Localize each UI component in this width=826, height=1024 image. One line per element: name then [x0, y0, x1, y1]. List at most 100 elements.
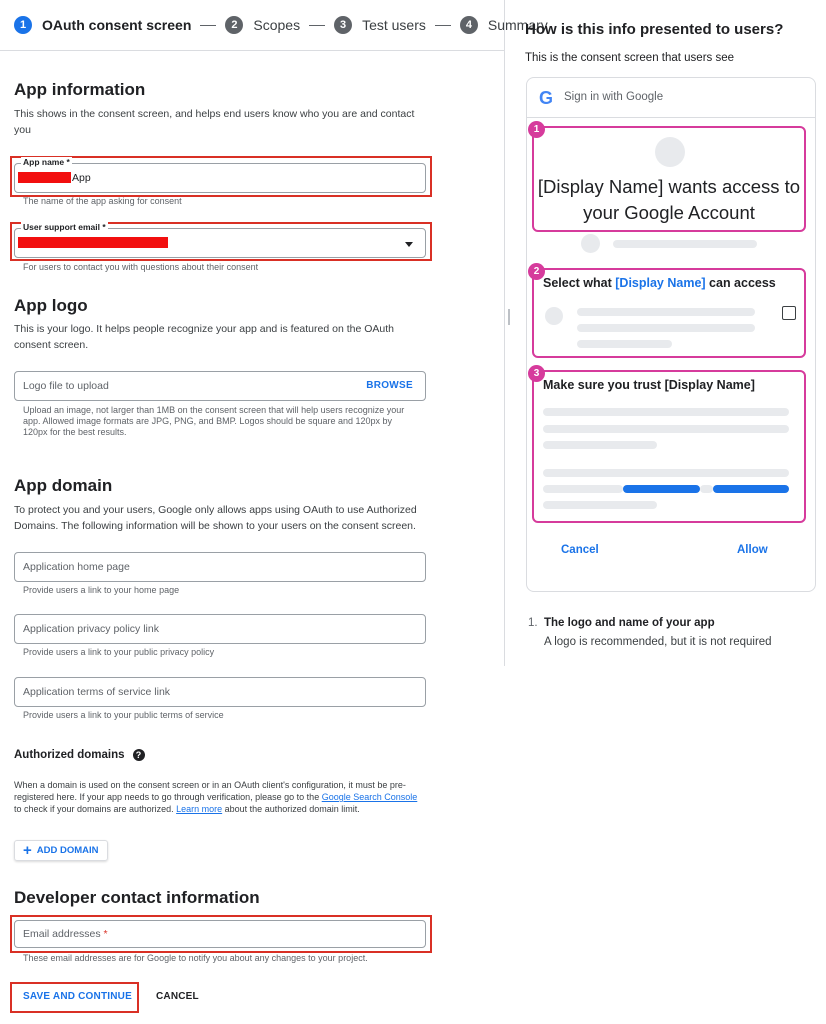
redacted-email — [18, 237, 168, 248]
list-number: 1. — [528, 617, 538, 629]
authorized-domains-text: to check if your domains are authorized. — [14, 804, 174, 814]
trust-line-placeholder — [543, 441, 657, 449]
app-domain-heading: App domain — [14, 476, 113, 495]
list-item-description: A logo is recommended, but it is not req… — [544, 636, 772, 648]
support-email-select[interactable]: User support email * — [14, 222, 426, 258]
consent-screen-preview: G Sign in with Google [Display Name] wan… — [526, 77, 816, 592]
preview-section-app-name: [Display Name] wants access to your Goog… — [532, 126, 806, 232]
trust-title: Make sure you trust [Display Name] — [543, 378, 755, 392]
support-email-hint: For users to contact you with questions … — [23, 262, 259, 272]
step-number: 4 — [459, 16, 478, 34]
dropdown-caret-icon[interactable] — [405, 242, 413, 247]
google-logo-icon: G — [539, 88, 554, 108]
step-divider — [200, 24, 217, 26]
trust-line-placeholder — [543, 425, 789, 433]
preview-subtitle: This is the consent screen that users se… — [525, 52, 735, 64]
save-and-continue-button[interactable]: SAVE AND CONTINUE — [23, 991, 132, 1002]
preview-header: G Sign in with Google — [527, 78, 815, 118]
logo-upload-placeholder: Logo file to upload — [23, 380, 109, 392]
scope-icon-placeholder — [545, 307, 563, 325]
trust-line-placeholder — [543, 485, 623, 493]
preview-allow-button: Allow — [737, 544, 768, 556]
trust-line-placeholder — [700, 485, 713, 493]
app-name-label: App name * — [21, 157, 72, 167]
app-information-description: This shows in the consent screen, and he… — [14, 108, 415, 136]
panel-resize-handle[interactable] — [508, 309, 510, 325]
home-page-field[interactable]: Application home page — [14, 552, 426, 582]
learn-more-link[interactable]: Learn more — [176, 804, 222, 814]
terms-of-service-placeholder: Application terms of service link — [23, 686, 171, 698]
terms-of-service-hint: Provide users a link to your public term… — [23, 710, 224, 720]
browse-button[interactable]: BROWSE — [366, 380, 413, 391]
redacted-app-name — [18, 172, 71, 183]
stepper: 1 OAuth consent screen 2 Scopes 3 Test u… — [14, 14, 548, 36]
scope-checkbox — [782, 306, 796, 320]
scope-line-placeholder — [577, 340, 672, 348]
account-avatar-placeholder — [581, 234, 600, 253]
support-email-label: User support email * — [21, 222, 108, 232]
step-number: 3 — [334, 16, 353, 34]
preview-marker-3: 3 — [528, 365, 545, 382]
step-divider — [309, 24, 326, 26]
developer-email-field[interactable]: Email addresses * — [14, 920, 426, 948]
panel-divider — [504, 0, 505, 666]
cancel-button[interactable]: CANCEL — [156, 991, 199, 1002]
app-information-heading: App information — [14, 80, 146, 99]
account-email-placeholder — [613, 240, 757, 248]
terms-of-service-field[interactable]: Application terms of service link — [14, 677, 426, 707]
trust-line-placeholder — [543, 408, 789, 416]
developer-email-placeholder: Email addresses * — [23, 928, 108, 940]
privacy-policy-hint: Provide users a link to your public priv… — [23, 647, 215, 657]
authorized-domains-title: Authorized domains — [14, 749, 125, 762]
step-scopes[interactable]: 2 Scopes — [225, 16, 300, 34]
scope-line-placeholder — [577, 308, 755, 316]
list-item-title: The logo and name of your app — [544, 617, 715, 629]
app-logo-description: This is your logo. It helps people recog… — [14, 323, 394, 351]
preview-section-trust: Make sure you trust [Display Name] — [532, 370, 806, 523]
add-domain-button[interactable]: + ADD DOMAIN — [14, 840, 108, 861]
select-access-title: Select what [Display Name] can access — [543, 276, 776, 290]
trust-link-placeholder — [713, 485, 789, 493]
app-name-suffix: App — [72, 172, 91, 184]
wants-access-text: [Display Name] wants access to your Goog… — [537, 176, 801, 223]
preview-section-scopes: Select what [Display Name] can access — [532, 268, 806, 358]
step-oauth-consent[interactable]: 1 OAuth consent screen — [14, 16, 191, 34]
developer-contact-heading: Developer contact information — [14, 888, 260, 907]
scope-line-placeholder — [577, 324, 755, 332]
step-label: Scopes — [253, 17, 301, 33]
authorized-domains-heading: Authorized domains? — [14, 749, 145, 761]
step-number: 1 — [14, 16, 32, 34]
plus-icon: + — [23, 842, 32, 859]
search-console-link[interactable]: Google Search Console — [322, 792, 418, 802]
privacy-policy-field[interactable]: Application privacy policy link — [14, 614, 426, 644]
step-label: Test users — [362, 17, 426, 33]
app-logo-heading: App logo — [14, 296, 88, 315]
add-domain-label: ADD DOMAIN — [36, 845, 99, 856]
logo-upload-hint: Upload an image, not larger than 1MB on … — [23, 405, 405, 437]
help-icon[interactable]: ? — [132, 749, 145, 761]
app-name-field[interactable]: App name * App — [14, 157, 426, 193]
app-logo-placeholder — [655, 137, 685, 167]
step-number: 2 — [225, 16, 244, 34]
app-domain-description: To protect you and your users, Google on… — [14, 504, 417, 532]
preview-marker-2: 2 — [528, 263, 545, 280]
trust-line-placeholder — [543, 501, 657, 509]
trust-link-placeholder — [623, 485, 700, 493]
preview-title: How is this info presented to users? — [525, 21, 784, 38]
step-divider — [434, 24, 451, 26]
privacy-policy-placeholder: Application privacy policy link — [23, 623, 159, 635]
sign-in-label: Sign in with Google — [564, 91, 664, 103]
header-divider — [0, 50, 504, 51]
authorized-domains-text: about the authorized domain limit. — [224, 804, 360, 814]
preview-cancel-button: Cancel — [561, 544, 599, 556]
step-test-users[interactable]: 3 Test users — [334, 16, 426, 34]
preview-marker-1: 1 — [528, 121, 545, 138]
app-name-hint: The name of the app asking for consent — [23, 196, 182, 206]
logo-upload-field[interactable]: Logo file to upload BROWSE — [14, 371, 426, 401]
trust-line-placeholder — [543, 469, 789, 477]
home-page-placeholder: Application home page — [23, 561, 130, 573]
authorized-domains-description: When a domain is used on the consent scr… — [14, 779, 426, 815]
developer-email-hint: These email addresses are for Google to … — [23, 953, 368, 963]
home-page-hint: Provide users a link to your home page — [23, 585, 180, 595]
step-label: OAuth consent screen — [42, 17, 192, 33]
